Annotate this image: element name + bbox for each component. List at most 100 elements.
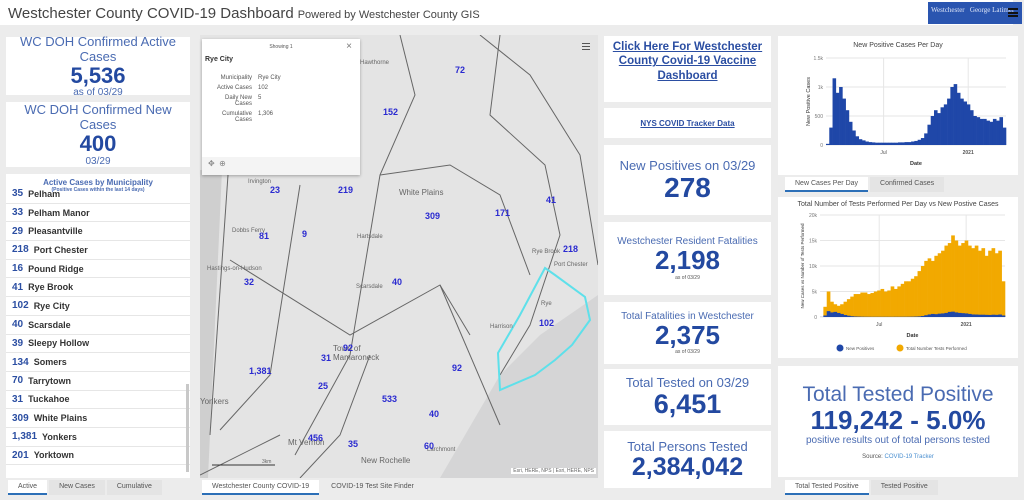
close-icon[interactable]: ×: [346, 41, 352, 52]
map-label[interactable]: 25: [318, 381, 328, 391]
bar: [832, 78, 837, 145]
map-label[interactable]: 60: [424, 441, 434, 451]
bar: [974, 245, 979, 317]
bar: [947, 98, 951, 145]
bar: [910, 278, 915, 317]
list-item[interactable]: 309 White Plains: [6, 409, 190, 428]
tested-today-indicator: Total Tested on 03/29 6,451: [604, 369, 771, 425]
map-label[interactable]: 81: [259, 231, 269, 241]
indicator-label: New Positives on 03/29: [619, 157, 756, 173]
indicator-date: as of 03/29: [675, 349, 700, 356]
bar: [934, 314, 939, 317]
new-positives-indicator: New Positives on 03/29 278: [604, 145, 771, 215]
case-count: 134: [12, 356, 29, 368]
y-tick-label: 1k: [818, 85, 824, 91]
chart-tabs: New Cases Per Day Confirmed Cases: [785, 177, 946, 192]
map-label[interactable]: 219: [338, 185, 353, 195]
list-scrollbar[interactable]: [186, 384, 189, 472]
list-item[interactable]: 1,381 Yonkers: [6, 428, 190, 447]
map-label[interactable]: 171: [495, 208, 510, 218]
list-item[interactable]: 102 Rye City: [6, 297, 190, 316]
legend-label: New Positives: [846, 346, 875, 351]
list-item[interactable]: 40 Scarsdale: [6, 316, 190, 335]
indicator-value: 5,536: [70, 62, 126, 88]
list-item[interactable]: 33 Pelham Manor: [6, 204, 190, 223]
bar: [954, 312, 959, 317]
pan-icon[interactable]: ✥: [208, 159, 215, 168]
list-item[interactable]: 31 Tuckahoe: [6, 391, 190, 410]
bar: [992, 118, 997, 145]
list-item[interactable]: 218 Port Chester: [6, 241, 190, 260]
map-label[interactable]: 309: [425, 211, 440, 221]
bar: [950, 87, 954, 145]
legend-list-icon[interactable]: [582, 43, 590, 50]
map-label[interactable]: 9: [302, 229, 307, 239]
total-fatalities-indicator: Total Fatalities in Westchester 2,375 as…: [604, 302, 771, 364]
list-item[interactable]: 41 Rye Brook: [6, 278, 190, 298]
covid-tracker-link[interactable]: COVID-19 Tracker: [885, 454, 934, 460]
map-label[interactable]: 35: [348, 439, 358, 449]
map-label[interactable]: 92: [452, 363, 462, 373]
tab-active[interactable]: Active: [8, 480, 48, 495]
map-label[interactable]: 40: [392, 277, 402, 287]
bar: [917, 271, 922, 317]
list-item[interactable]: 29 Pleasantville: [6, 222, 190, 242]
tab-total-tested-positive[interactable]: Total Tested Positive: [785, 480, 869, 495]
tab-new-cases[interactable]: New Cases: [49, 480, 105, 495]
map-label[interactable]: 533: [382, 394, 397, 404]
list-item[interactable]: 39 Sleepy Hollow: [6, 335, 190, 354]
map-label[interactable]: 32: [244, 277, 254, 287]
list-item[interactable]: 70 Tarrytown: [6, 372, 190, 391]
map-label[interactable]: 1,381: [249, 366, 272, 376]
map-label[interactable]: 41: [546, 195, 556, 205]
bar: [999, 117, 1004, 145]
list-item[interactable]: 134 Somers: [6, 353, 190, 372]
bar: [957, 312, 962, 317]
map-label[interactable]: 456: [308, 433, 323, 443]
legend-label: Total Number Tests Performed: [906, 346, 967, 351]
bar: [941, 250, 945, 317]
vaccine-dashboard-link[interactable]: Click Here For Westchester County Covid-…: [604, 40, 771, 83]
bar: [1001, 315, 1006, 317]
bar: [846, 315, 851, 317]
y-tick-label: 20k: [809, 213, 818, 219]
municipality-name: Rye Brook: [28, 282, 74, 293]
menu-icon[interactable]: [1008, 8, 1018, 17]
map-label[interactable]: 31: [321, 353, 331, 363]
tab-tested-positive[interactable]: Tested Positive: [870, 480, 938, 495]
map-label[interactable]: 218: [563, 244, 578, 254]
bar: [850, 296, 854, 317]
map-label[interactable]: 152: [383, 107, 398, 117]
case-count: 29: [12, 225, 24, 237]
bar: [924, 315, 928, 317]
map-label[interactable]: 72: [455, 65, 465, 75]
place-label: Rye Brook: [532, 249, 561, 255]
map-label[interactable]: 102: [539, 318, 554, 328]
tab-cumulative[interactable]: Cumulative: [106, 480, 162, 495]
bar: [883, 291, 888, 317]
map-label[interactable]: 23: [270, 185, 280, 195]
page-subtitle: Powered by Westchester County GIS: [297, 9, 480, 21]
map-label[interactable]: 92: [343, 343, 353, 353]
list-item[interactable]: 201 Yorktown: [6, 447, 190, 466]
bar: [934, 110, 938, 145]
tab-test-site-finder[interactable]: COVID-19 Test Site Finder: [321, 480, 424, 495]
nys-tracker-link[interactable]: NYS COVID Tracker Data: [640, 119, 734, 128]
map-label[interactable]: 40: [429, 409, 439, 419]
bar: [940, 107, 945, 145]
indicator-label: Total Tested Positive: [802, 383, 994, 407]
bar: [878, 142, 882, 145]
list-item[interactable]: 16 Pound Ridge: [6, 260, 190, 279]
zoom-to-icon[interactable]: ⊕: [219, 159, 226, 168]
tab-new-cases-per-day[interactable]: New Cases Per Day: [785, 177, 869, 192]
bar: [989, 121, 994, 145]
bar: [1002, 127, 1007, 145]
page-title: Westchester County COVID-19 Dashboard Pow…: [8, 5, 480, 22]
tab-westchester-covid[interactable]: Westchester County COVID-19: [202, 480, 320, 495]
bar: [833, 311, 838, 317]
case-count: 16: [12, 263, 24, 275]
place-label: Port Chester: [554, 262, 588, 268]
tab-confirmed-cases[interactable]: Confirmed Cases: [870, 177, 945, 192]
bar: [931, 260, 935, 317]
bar: [971, 248, 976, 317]
